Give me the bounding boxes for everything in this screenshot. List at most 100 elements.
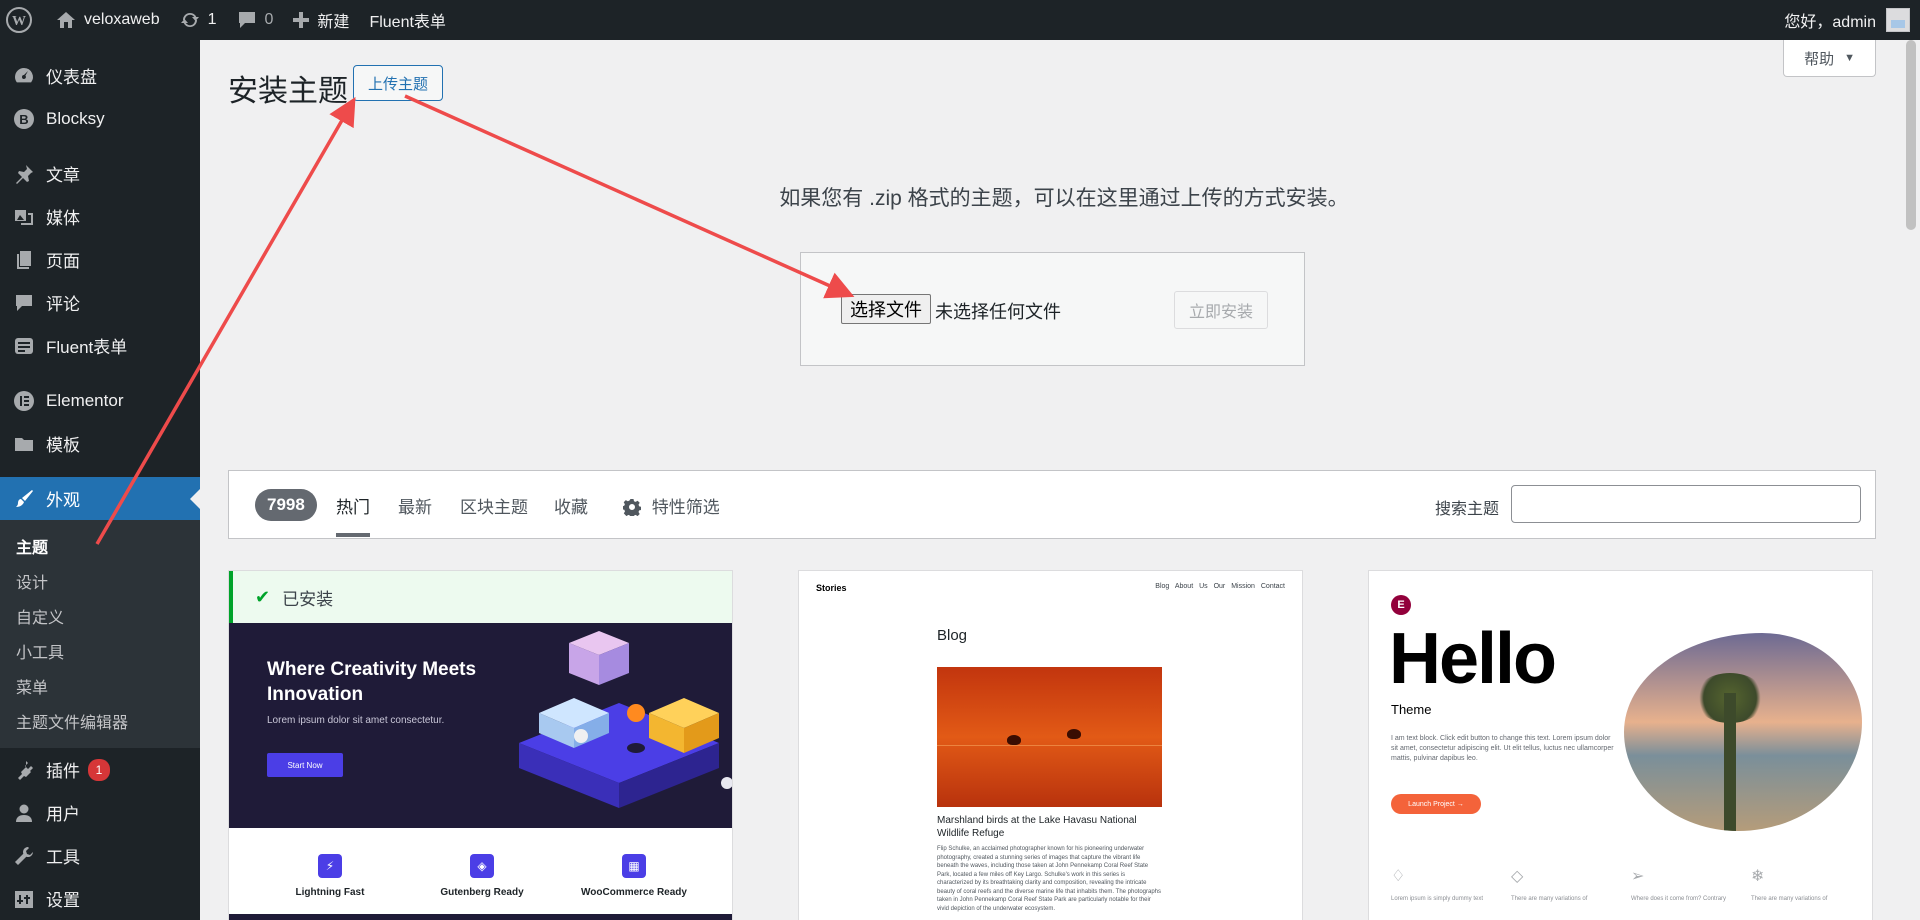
scrollbar-thumb[interactable] <box>1906 40 1916 230</box>
menu-item-plugins[interactable]: 插件 1 <box>0 748 200 791</box>
menu-item-fluent-forms[interactable]: Fluent表单 <box>0 324 200 367</box>
menu-item-appearance[interactable]: 外观 <box>0 477 200 520</box>
preview-body: Flip Schulke, an acclaimed photographer … <box>937 846 1162 912</box>
menu-item-dashboard[interactable]: 仪表盘 <box>0 54 200 97</box>
preview-text: I am text block. Click edit button to ch… <box>1391 735 1614 762</box>
menu-item-tools[interactable]: 工具 <box>0 834 200 877</box>
preview-text: Lorem ipsum dolor sit amet consectetur. <box>267 715 445 726</box>
plus-icon <box>293 12 310 28</box>
fluent-forms-link[interactable]: Fluent表单 <box>359 0 455 40</box>
site-name: veloxaweb <box>84 11 160 28</box>
menu-item-elementor[interactable]: Elementor <box>0 379 200 422</box>
snowflake-icon: ❄ <box>1751 868 1765 885</box>
preview-header: Stories Blog About Us Our Mission Contac… <box>799 571 1302 611</box>
theme-screenshot: Where Creativity Meets Innovation Lorem … <box>229 623 732 828</box>
svg-text:W: W <box>12 14 26 29</box>
preview-cta: Start Now <box>267 753 343 777</box>
settings-icon <box>12 887 36 911</box>
menu-label: 外观 <box>46 491 80 510</box>
feature-label: Gutenberg Ready <box>440 887 524 898</box>
wordpress-logo-icon[interactable]: W <box>0 0 46 40</box>
preview-photo <box>1624 633 1862 831</box>
menu-label: 用户 <box>46 805 80 824</box>
theme-card-blocksy[interactable]: ✔ 已安装 Where Creativity Meets Innovation … <box>228 570 733 920</box>
installed-label: 已安装 <box>282 589 334 609</box>
theme-filter-bar: 7998 热门 最新 区块主题 收藏 特性筛选 搜索主题 <box>228 470 1876 539</box>
paper-plane-icon: ➢ <box>1631 868 1645 885</box>
installed-notice: ✔ 已安装 <box>229 571 732 623</box>
home-icon <box>56 11 76 29</box>
plugin-icon <box>12 758 36 782</box>
elementor-icon <box>12 389 36 413</box>
help-tab-button[interactable]: 帮助 ▼ <box>1783 40 1876 77</box>
preview-title: Hello <box>1389 619 1557 699</box>
checkmark-icon: ✔ <box>255 586 271 607</box>
preview-nav: Blog About Us Our Mission Contact <box>1155 583 1285 590</box>
submenu-item-theme-file-editor[interactable]: 主题文件编辑器 <box>0 703 200 738</box>
menu-item-posts[interactable]: 文章 <box>0 152 200 195</box>
new-content-link[interactable]: 新建 <box>283 0 359 40</box>
feature-item: ⚡ Lightning Fast <box>265 854 395 898</box>
menu-label: 设置 <box>46 891 80 910</box>
caret-down-icon: ▼ <box>1844 52 1855 64</box>
menu-item-templates[interactable]: 模板 <box>0 422 200 465</box>
gear-icon <box>622 498 642 521</box>
menu-item-comments[interactable]: 评论 <box>0 281 200 324</box>
upload-description: 如果您有 .zip 格式的主题，可以在这里通过上传的方式安装。 <box>779 187 1349 210</box>
upload-theme-button[interactable]: 上传主题 <box>353 65 444 101</box>
gutenberg-icon: ◈ <box>470 854 494 878</box>
preview-cta: Launch Project → <box>1391 794 1481 814</box>
elementor-logo-icon: E <box>1391 595 1411 615</box>
menu-item-media[interactable]: 媒体 <box>0 195 200 238</box>
submenu-item-menus[interactable]: 菜单 <box>0 668 200 703</box>
submenu-item-widgets[interactable]: 小工具 <box>0 633 200 668</box>
tab-latest[interactable]: 最新 <box>398 493 432 518</box>
blocksy-icon: B <box>12 107 36 131</box>
search-themes-input[interactable] <box>1511 485 1861 523</box>
tab-block-themes[interactable]: 区块主题 <box>460 493 528 518</box>
submenu-item-design[interactable]: 设计 <box>0 563 200 598</box>
tab-popular[interactable]: 热门 <box>336 493 370 537</box>
diamond-icon: ◇ <box>1511 868 1524 885</box>
submenu-item-themes[interactable]: 主题 <box>0 528 200 563</box>
menu-item-users[interactable]: 用户 <box>0 791 200 834</box>
preview-photo <box>937 667 1162 807</box>
preview-footer <box>229 914 732 920</box>
site-name-link[interactable]: veloxaweb <box>46 0 170 40</box>
theme-card-stories[interactable]: Stories Blog About Us Our Mission Contac… <box>798 570 1303 920</box>
main-content: 帮助 ▼ 安装主题 上传主题 如果您有 .zip 格式的主题，可以在这里通过上传… <box>200 40 1920 920</box>
icon-item: ❄ There are many variations of <box>1751 866 1861 902</box>
file-status-text: 未选择任何文件 <box>935 302 1061 322</box>
preview-subtitle: Theme <box>1391 702 1432 717</box>
my-account[interactable]: 您好，admin <box>1784 0 1920 40</box>
preview-heading: Blog <box>937 627 968 644</box>
menu-label: 仪表盘 <box>46 68 97 87</box>
preview-brand: Stories <box>816 583 847 593</box>
tab-feature-filter[interactable]: 特性筛选 <box>622 493 720 521</box>
bird-shape <box>1007 735 1021 745</box>
dashboard-icon <box>12 64 36 88</box>
preview-icon-row: ♢ Lorem ipsum is simply dummy text ◇ There… <box>1369 866 1872 920</box>
help-label: 帮助 <box>1804 50 1835 68</box>
comment-icon <box>12 291 36 315</box>
menu-item-settings[interactable]: 设置 <box>0 877 200 920</box>
page-scrollbar[interactable] <box>1902 40 1920 920</box>
avatar <box>1886 8 1910 32</box>
upload-theme-form: 选择文件 未选择任何文件 立即安装 <box>800 252 1305 366</box>
menu-item-blocksy[interactable]: B Blocksy <box>0 97 200 140</box>
menu-item-pages[interactable]: 页面 <box>0 238 200 281</box>
submenu-item-customize[interactable]: 自定义 <box>0 598 200 633</box>
menu-label: 媒体 <box>46 209 80 228</box>
icon-item: ◇ There are many variations of <box>1511 866 1621 902</box>
install-now-button[interactable]: 立即安装 <box>1174 291 1269 329</box>
choose-file-button[interactable]: 选择文件 <box>841 294 931 324</box>
svg-text:B: B <box>19 112 28 127</box>
new-label: 新建 <box>317 14 350 31</box>
theme-card-hello[interactable]: E Hello Theme I am text block. Click edi… <box>1368 570 1873 920</box>
updates-icon <box>180 10 200 30</box>
menu-label: 插件 <box>46 762 80 781</box>
feature-item: ◈ Gutenberg Ready <box>417 854 547 898</box>
tab-favorites[interactable]: 收藏 <box>554 493 588 518</box>
comments-link[interactable]: 0 <box>227 0 284 40</box>
updates-link[interactable]: 1 <box>170 0 227 40</box>
